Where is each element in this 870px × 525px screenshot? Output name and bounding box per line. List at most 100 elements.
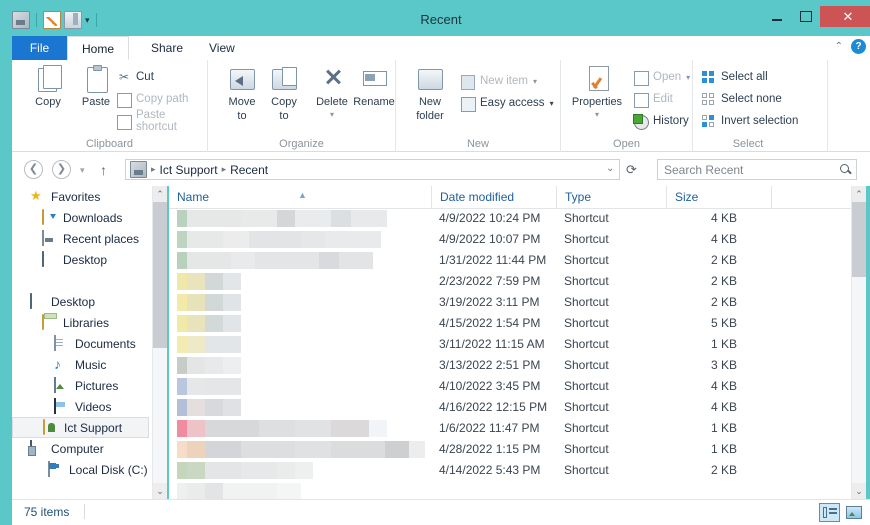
column-header-name[interactable]: Name ▲ <box>169 186 431 208</box>
column-header-empty[interactable] <box>771 186 857 208</box>
delete-caret-icon[interactable]: ▾ <box>330 110 334 119</box>
table-row[interactable]: 4/16/2022 12:15 PM Shortcut 4 KB <box>169 397 857 418</box>
history-button[interactable]: History <box>633 112 689 130</box>
sort-ascending-icon: ▲ <box>298 184 307 206</box>
open-button[interactable]: Open ▾ <box>633 68 690 86</box>
list-scroll-thumb[interactable] <box>852 202 866 277</box>
breadcrumb-root-icon[interactable] <box>130 161 147 178</box>
file-explorer-window: ▾ Recent ✕ File Home Share View ⌃ ? Copy <box>0 0 870 524</box>
table-row[interactable]: 4/9/2022 10:24 PM Shortcut 4 KB <box>169 208 857 229</box>
edit-button[interactable]: Edit <box>633 90 673 108</box>
sidebar-item-pictures[interactable]: Pictures <box>12 375 162 396</box>
close-button[interactable]: ✕ <box>820 6 870 27</box>
invert-selection-button[interactable]: Invert selection <box>701 112 798 130</box>
paste-shortcut-button[interactable]: Paste shortcut <box>116 112 207 130</box>
rename-label: Rename <box>348 96 400 108</box>
search-box[interactable] <box>657 159 857 180</box>
tab-share[interactable]: Share <box>137 36 197 60</box>
breadcrumb-item-recent[interactable]: Recent <box>230 163 268 177</box>
table-row-partial[interactable] <box>169 481 857 499</box>
table-row[interactable]: 3/19/2022 3:11 PM Shortcut 2 KB <box>169 292 857 313</box>
properties-button[interactable]: Properties ▾ <box>565 64 629 121</box>
sidebar-label-videos: Videos <box>75 400 111 414</box>
select-none-button[interactable]: Select none <box>701 90 782 108</box>
sidebar-item-favorites[interactable]: ★ Favorites <box>12 186 162 207</box>
list-scroll-up-icon[interactable]: ⌃ <box>852 186 866 202</box>
sidebar-label-pictures: Pictures <box>75 379 118 393</box>
select-all-button[interactable]: Select all <box>701 68 768 86</box>
tab-view[interactable]: View <box>195 36 249 60</box>
nav-scroll-thumb[interactable] <box>153 202 167 348</box>
details-view-button[interactable] <box>819 503 840 522</box>
cell-type: Shortcut <box>564 313 609 334</box>
refresh-icon[interactable]: ⟳ <box>626 162 637 178</box>
cell-date: 3/13/2022 2:51 PM <box>439 355 540 376</box>
new-item-button[interactable]: New item ▾ <box>460 72 537 90</box>
breadcrumb[interactable]: ▸ Ict Support ▸ Recent <box>125 159 620 180</box>
column-header-size[interactable]: Size <box>666 186 771 208</box>
properties-doc-icon <box>582 64 612 94</box>
cell-date: 4/10/2022 3:45 PM <box>439 376 540 397</box>
easy-access-button[interactable]: Easy access ▾ <box>460 94 554 112</box>
sidebar-item-recent-places[interactable]: Recent places <box>12 228 162 249</box>
tab-home[interactable]: Home <box>67 36 129 60</box>
breadcrumb-item-ict-support[interactable]: Ict Support <box>160 163 218 177</box>
forward-button[interactable]: ❯ <box>52 160 71 179</box>
sidebar-item-computer[interactable]: Computer <box>12 438 162 459</box>
sidebar-item-music[interactable]: ♪ Music <box>12 354 162 375</box>
copy-button[interactable]: Copy <box>22 64 74 108</box>
address-dropdown-chevron-icon[interactable]: ⌄ <box>606 163 614 174</box>
table-row[interactable]: 4/9/2022 10:07 PM Shortcut 4 KB <box>169 229 857 250</box>
copy-to-button[interactable]: Copy to <box>258 64 310 122</box>
new-folder-button[interactable]: New folder <box>404 64 456 122</box>
maximize-button[interactable] <box>791 6 820 27</box>
sidebar-item-local-disk[interactable]: Local Disk (C:) <box>12 459 162 480</box>
collapse-ribbon-chevron-icon[interactable]: ⌃ <box>835 41 843 52</box>
cut-button[interactable]: ✂ Cut <box>116 68 154 86</box>
minimize-button[interactable] <box>762 6 791 27</box>
column-header-date-modified[interactable]: Date modified <box>431 186 556 208</box>
large-icons-view-button[interactable] <box>843 503 864 522</box>
list-scroll-down-icon[interactable]: ⌄ <box>852 483 866 499</box>
new-item-label: New item <box>480 75 528 87</box>
file-list-scrollbar[interactable]: ⌃ ⌄ <box>851 186 866 499</box>
nav-scroll-down-icon[interactable]: ⌄ <box>153 483 167 499</box>
cell-date: 3/11/2022 11:15 AM <box>439 334 545 355</box>
sidebar-item-desktop-fav[interactable]: Desktop <box>12 249 162 270</box>
new-item-caret-icon[interactable]: ▾ <box>533 77 537 86</box>
paste-button[interactable]: Paste <box>70 64 122 108</box>
easy-access-caret-icon[interactable]: ▾ <box>550 99 554 108</box>
table-row[interactable]: 4/14/2022 5:43 PM Shortcut 2 KB <box>169 460 857 481</box>
search-icon[interactable] <box>840 164 852 176</box>
tab-file[interactable]: File <box>12 36 67 60</box>
back-button[interactable]: ❮ <box>24 160 43 179</box>
up-button[interactable]: ↑ <box>100 162 107 178</box>
table-row[interactable]: 1/31/2022 11:44 PM Shortcut 2 KB <box>169 250 857 271</box>
help-icon[interactable]: ? <box>851 39 866 54</box>
table-row[interactable]: 3/13/2022 2:51 PM Shortcut 3 KB <box>169 355 857 376</box>
cell-size: 4 KB <box>674 376 737 397</box>
sidebar-item-libraries[interactable]: Libraries <box>12 312 162 333</box>
recent-locations-chevron-icon[interactable]: ▾ <box>80 165 85 176</box>
table-row[interactable]: 4/10/2022 3:45 PM Shortcut 4 KB <box>169 376 857 397</box>
history-label: History <box>653 115 689 127</box>
properties-caret-icon[interactable]: ▾ <box>595 110 599 119</box>
nav-scroll-up-icon[interactable]: ⌃ <box>153 186 167 202</box>
table-row[interactable]: 1/6/2022 11:47 PM Shortcut 1 KB <box>169 418 857 439</box>
sidebar-item-downloads[interactable]: Downloads <box>12 207 162 228</box>
sidebar-item-ict-support[interactable]: Ict Support <box>12 417 149 438</box>
column-header-type[interactable]: Type <box>556 186 666 208</box>
sidebar-item-desktop[interactable]: Desktop <box>12 291 162 312</box>
table-row[interactable]: 4/28/2022 1:15 PM Shortcut 1 KB <box>169 439 857 460</box>
copy-path-button[interactable]: Copy path <box>116 90 188 108</box>
new-folder-label: New <box>404 96 456 108</box>
table-row[interactable]: 4/15/2022 1:54 PM Shortcut 5 KB <box>169 313 857 334</box>
navigation-scrollbar[interactable]: ⌃ ⌄ <box>152 186 167 499</box>
rename-button[interactable]: Rename <box>348 64 400 108</box>
sidebar-item-videos[interactable]: Videos <box>12 396 162 417</box>
table-row[interactable]: 3/11/2022 11:15 AM Shortcut 1 KB <box>169 334 857 355</box>
sidebar-item-documents[interactable]: Documents <box>12 333 162 354</box>
search-input[interactable] <box>662 162 836 178</box>
table-row[interactable]: 2/23/2022 7:59 PM Shortcut 2 KB <box>169 271 857 292</box>
open-caret-icon[interactable]: ▾ <box>686 73 690 82</box>
